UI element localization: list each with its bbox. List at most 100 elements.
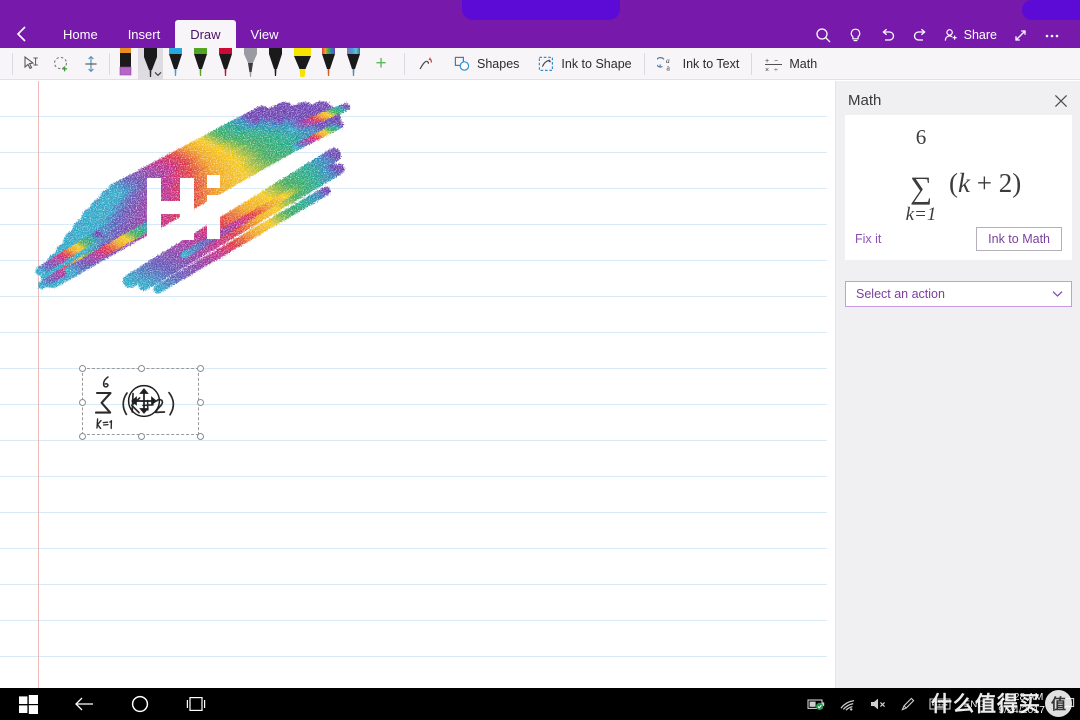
math-pane-title: Math [848,91,882,109]
ink-to-shape-label: Ink to Shape [561,56,632,71]
task-view-button[interactable] [168,688,224,720]
touch-keyboard-icon[interactable] [929,697,951,711]
chevron-down-icon [1052,291,1063,297]
blue-pen[interactable] [163,47,188,80]
select-type-icon[interactable] [16,50,46,78]
ribbon-right-controls: Share [810,22,1066,48]
black-pencil[interactable] [263,47,288,80]
red-pen[interactable] [213,47,238,80]
fix-it-link[interactable]: Fix it [855,232,881,246]
taskbar-system-buttons [0,688,224,720]
back-button[interactable] [56,688,112,720]
volume-muted-icon[interactable] [869,697,887,711]
close-icon[interactable] [1049,89,1073,113]
svg-text:×: × [765,67,769,73]
silver-pen[interactable] [238,47,263,80]
eraser-pen[interactable] [113,47,138,80]
tab-home[interactable]: Home [48,20,113,48]
ink-to-math-button[interactable]: Ink to Math [976,227,1062,251]
divider [109,52,110,75]
lightbulb-icon[interactable] [842,22,870,48]
recognized-formula-card: 6 ∑ k=1 (k + 2) Fix it Ink to Math [845,115,1072,260]
move-cursor [127,384,161,418]
ink-to-text-button[interactable]: a a Ink to Text [648,48,749,80]
green-pen[interactable] [188,47,213,80]
rainbow-orange-pen[interactable] [316,47,341,80]
formula-lower-limit: k=1 [905,204,936,225]
divider [12,52,13,75]
share-label: Share [963,28,997,42]
math-button[interactable]: + − × ÷ Math [755,48,826,80]
rainbow-blue-pen[interactable] [341,47,366,80]
formula-sigma: ∑ [909,170,931,205]
shapes-button[interactable]: Shapes [444,48,528,80]
svg-text:÷: ÷ [774,67,778,73]
tab-draw[interactable]: Draw [175,20,236,48]
math-label: Math [789,56,818,71]
rainbow-hi-scribble[interactable] [34,95,354,295]
ink-to-shape-button[interactable]: Ink to Shape [528,48,640,80]
more-ellipsis-icon[interactable] [1038,22,1066,48]
add-pen-button[interactable]: + [366,50,396,78]
back-chevron-icon[interactable] [10,22,34,46]
ink-selection-box[interactable] [79,365,204,440]
draw-toolbar: + Shapes Ink to Shape a a Ink to Text + … [0,47,1080,80]
ribbon-tabs: Home Insert Draw View [48,20,294,48]
ink-replay-button[interactable] [408,48,444,80]
svg-text:−: − [774,58,778,65]
select-action-dropdown[interactable]: Select an action [845,281,1072,307]
resize-handle-s[interactable] [138,433,145,440]
yellow-highlighter[interactable] [288,47,316,80]
tab-insert[interactable]: Insert [113,20,176,48]
chevron-down-icon [154,71,162,76]
divider [643,52,645,75]
insert-space-icon[interactable] [76,50,106,78]
onenote-window: Home Insert Draw View Share + Shapes Ink… [0,0,1080,720]
tab-view[interactable]: View [236,20,294,48]
divider [751,52,753,75]
note-canvas[interactable] [0,81,835,688]
resize-handle-e[interactable] [197,399,204,406]
clock-date: 9/24/2017 [998,704,1045,716]
ink-to-text-label: Ink to Text [682,56,740,71]
cortana-button[interactable] [112,688,168,720]
recognized-formula: 6 ∑ k=1 (k + 2) [845,121,1072,225]
pen-workspace-icon[interactable] [900,696,916,712]
pen-palette: + [113,47,396,80]
resize-handle-sw[interactable] [79,433,86,440]
taskbar-tray: ENG 11:28 AM 9/24/2017 [807,688,1076,720]
math-pane-header: Math [836,81,1080,119]
resize-handle-n[interactable] [138,365,145,372]
formula-card-actions: Fix it Ink to Math [845,226,1072,252]
formula-upper-limit: 6 [915,125,926,149]
undo-icon[interactable] [874,22,902,48]
windows-taskbar: ENG 11:28 AM 9/24/2017 [0,688,1080,720]
formula-body: (k + 2) [949,168,1021,198]
language-indicator[interactable]: ENG [964,699,986,710]
search-icon[interactable] [810,22,838,48]
resize-handle-nw[interactable] [79,365,86,372]
action-center-icon[interactable] [1058,695,1076,713]
resize-handle-ne[interactable] [197,365,204,372]
window-drag-region[interactable] [462,0,620,20]
redo-icon[interactable] [906,22,934,48]
clock-time: 11:28 AM [999,691,1044,703]
select-action-value: Select an action [856,287,945,301]
divider [404,52,405,75]
resize-handle-se[interactable] [197,433,204,440]
lasso-select-icon[interactable] [46,50,76,78]
window-drag-region-right[interactable] [1022,0,1080,20]
expand-diagonal-icon[interactable] [1006,22,1034,48]
math-pane: Math 6 ∑ k=1 (k + 2) Fix it Ink to Math … [835,81,1080,688]
share-button[interactable]: Share [938,22,1002,48]
svg-text:a: a [666,63,670,72]
svg-text:+: + [765,58,769,65]
battery-icon[interactable] [807,697,826,711]
shapes-label: Shapes [477,56,520,71]
black-pen[interactable] [138,47,163,80]
title-bar: Home Insert Draw View Share [0,0,1080,48]
resize-handle-w[interactable] [79,399,86,406]
start-button[interactable] [0,688,56,720]
wifi-icon[interactable] [839,697,856,711]
clock[interactable]: 11:28 AM 9/24/2017 [998,691,1045,717]
